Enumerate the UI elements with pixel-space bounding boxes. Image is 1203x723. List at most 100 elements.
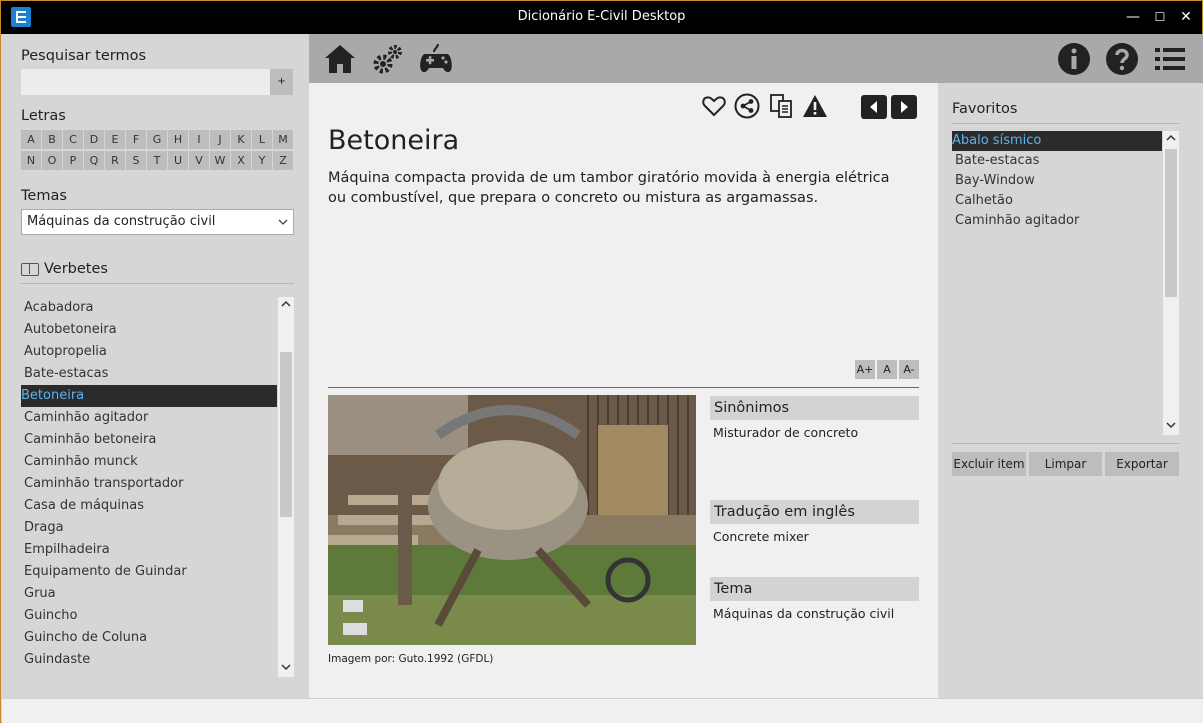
chevron-down-icon (277, 211, 289, 242)
letter-button[interactable]: N (21, 151, 41, 170)
close-button[interactable]: ✕ (1174, 7, 1198, 27)
book-icon (21, 262, 39, 276)
letter-button[interactable]: Z (273, 151, 293, 170)
home-icon[interactable] (323, 42, 357, 76)
image-caption: Imagem por: Guto.1992 (GFDL) (328, 653, 494, 665)
toolbar (309, 34, 1203, 83)
search-label: Pesquisar termos (21, 48, 146, 64)
search-input[interactable] (21, 69, 270, 95)
theme-select-value: Máquinas da construção civil (27, 214, 216, 229)
letter-button[interactable]: V (189, 151, 209, 170)
verbete-item[interactable]: Empilhadeira (21, 539, 277, 561)
letter-button[interactable]: J (210, 130, 230, 149)
synonyms-header: Sinônimos (710, 396, 919, 420)
font-increase-button[interactable]: A+ (855, 360, 875, 379)
verbete-item[interactable]: Caminhão munck (21, 451, 277, 473)
verbete-item[interactable]: Guincho de Coluna (21, 627, 277, 649)
letter-button[interactable]: H (168, 130, 188, 149)
scroll-down-icon[interactable] (1163, 419, 1179, 434)
letter-button[interactable]: L (252, 130, 272, 149)
verbete-item[interactable]: Autopropelia (21, 341, 277, 363)
term-panel: Betoneira Máquina compacta provida de um… (309, 83, 938, 698)
letter-button[interactable]: M (273, 130, 293, 149)
verbete-item[interactable]: Draga (21, 517, 277, 539)
letter-button[interactable]: Y (252, 151, 272, 170)
verbete-item[interactable]: Betoneira (21, 385, 277, 407)
favorite-item[interactable]: Bate-estacas (952, 151, 1162, 171)
letter-button[interactable]: K (231, 130, 251, 149)
clear-button[interactable]: Limpar (1029, 452, 1102, 476)
favorites-list: Abalo sísmico Bate-estacas Bay-Window Calhe… (952, 131, 1162, 435)
verbete-item[interactable]: Guindaste (21, 649, 277, 671)
help-icon[interactable] (1105, 42, 1139, 76)
verbete-item[interactable]: Caminhão transportador (21, 473, 277, 495)
left-panel: Pesquisar termos + Letras ABCDEFGHIJKLM N… (2, 34, 308, 698)
verbete-item[interactable]: Caminhão agitador (21, 407, 277, 429)
divider (952, 443, 1179, 444)
gamepad-icon[interactable] (419, 42, 453, 76)
letter-button[interactable]: X (231, 151, 251, 170)
letter-button[interactable]: G (147, 130, 167, 149)
letter-button[interactable]: E (105, 130, 125, 149)
divider (952, 123, 1179, 124)
letter-button[interactable]: A (21, 130, 41, 149)
themes-label: Temas (21, 188, 67, 204)
letter-button[interactable]: F (126, 130, 146, 149)
verbete-item[interactable]: Bate-estacas (21, 363, 277, 385)
scroll-up-icon[interactable] (1163, 132, 1179, 147)
menu-icon[interactable] (1153, 42, 1187, 76)
scroll-up-icon[interactable] (278, 298, 294, 313)
favorites-title: Favoritos (952, 101, 1018, 117)
verbetes-scrollbar[interactable] (278, 297, 294, 677)
share-icon[interactable] (734, 93, 760, 119)
letters-label: Letras (21, 108, 66, 124)
scrollbar-thumb[interactable] (1165, 149, 1177, 297)
letter-button[interactable]: B (42, 130, 62, 149)
favorite-item[interactable]: Bay-Window (952, 171, 1162, 191)
search-button[interactable]: + (270, 69, 293, 95)
info-icon[interactable] (1057, 42, 1091, 76)
favorite-item[interactable]: Abalo sísmico (952, 131, 1162, 151)
verbete-item[interactable]: Autobetoneira (21, 319, 277, 341)
verbetes-label: Verbetes (44, 261, 108, 277)
letter-button[interactable]: O (42, 151, 62, 170)
warning-icon[interactable] (802, 93, 828, 119)
favorites-scrollbar[interactable] (1163, 131, 1179, 435)
theme-select[interactable]: Máquinas da construção civil (21, 209, 294, 235)
delete-item-button[interactable]: Excluir item (952, 452, 1026, 476)
verbetes-header: Verbetes (21, 261, 108, 277)
minimize-button[interactable]: — (1121, 7, 1145, 27)
verbete-item[interactable]: Caminhão betoneira (21, 429, 277, 451)
previous-button[interactable] (861, 95, 887, 119)
export-button[interactable]: Exportar (1105, 452, 1179, 476)
caret-right-icon (901, 101, 908, 113)
maximize-button[interactable]: ☐ (1148, 7, 1172, 27)
letter-button[interactable]: R (105, 151, 125, 170)
favorite-item[interactable]: Calhetão (952, 191, 1162, 211)
letter-button[interactable]: U (168, 151, 188, 170)
next-button[interactable] (891, 95, 917, 119)
heart-icon[interactable] (701, 93, 727, 119)
letter-button[interactable]: W (210, 151, 230, 170)
letter-button[interactable]: S (126, 151, 146, 170)
scroll-down-icon[interactable] (278, 661, 294, 676)
letter-button[interactable]: T (147, 151, 167, 170)
letter-button[interactable]: I (189, 130, 209, 149)
font-reset-button[interactable]: A (877, 360, 897, 379)
letter-button[interactable]: C (63, 130, 83, 149)
letter-button[interactable]: P (63, 151, 83, 170)
theme-header: Tema (710, 577, 919, 601)
verbete-item[interactable]: Guincho (21, 605, 277, 627)
scrollbar-thumb[interactable] (280, 352, 292, 517)
verbete-item[interactable]: Grua (21, 583, 277, 605)
font-decrease-button[interactable]: A- (899, 360, 919, 379)
copy-icon[interactable] (768, 93, 794, 119)
verbete-item[interactable]: Acabadora (21, 297, 277, 319)
status-bar (2, 698, 1203, 723)
verbete-item[interactable]: Casa de máquinas (21, 495, 277, 517)
letter-button[interactable]: D (84, 130, 104, 149)
letter-button[interactable]: Q (84, 151, 104, 170)
favorite-item[interactable]: Caminhão agitador (952, 211, 1162, 231)
gears-icon[interactable] (371, 42, 405, 76)
verbete-item[interactable]: Equipamento de Guindar (21, 561, 277, 583)
